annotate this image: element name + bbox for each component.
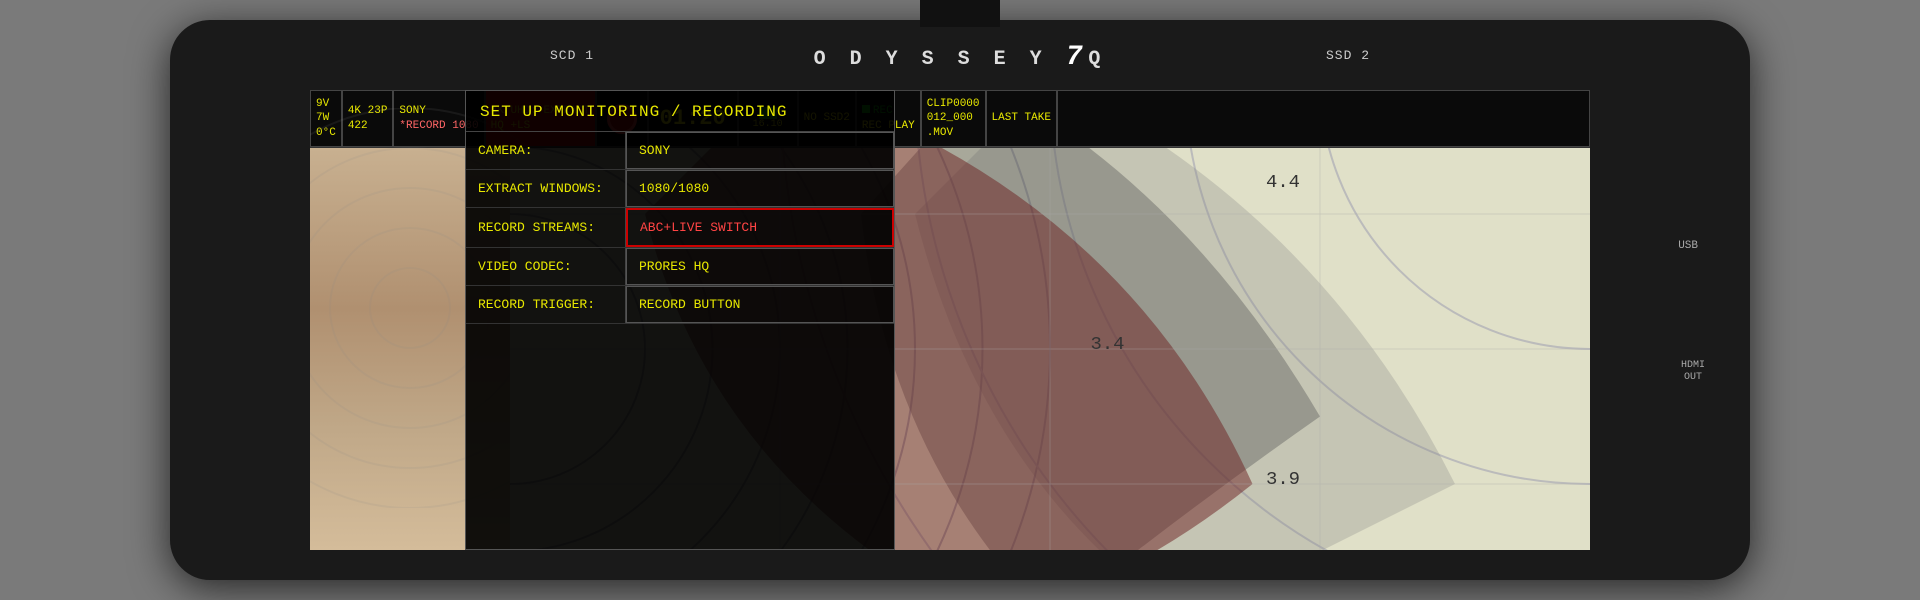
svg-text:4.4: 4.4 [1266, 171, 1300, 193]
video-codec-value[interactable]: PRORES HQ [626, 248, 894, 285]
device-body: SCD 1 SSD 2 O D Y S S E Y 7Q USB HDMIOUT… [170, 20, 1750, 580]
record-trigger-label: RECORD TRIGGER: [466, 286, 626, 323]
ssd1-label: SCD 1 [550, 48, 594, 63]
video-codec-label: VIDEO CODEC: [466, 248, 626, 285]
extract-windows-value[interactable]: 1080/1080 [626, 170, 894, 207]
camera-value[interactable]: SONY [626, 132, 894, 169]
model-number: 7 [1066, 42, 1089, 73]
main-screen: 9V 7W 0°C 4K 23P 422 SONY *RECORD 1080 4… [310, 90, 1590, 550]
menu-row-record-streams[interactable]: RECORD STREAMS: ABC+LIVE SWITCH [466, 208, 894, 248]
extra-status-cell [1057, 90, 1590, 147]
menu-row-video-codec[interactable]: VIDEO CODEC: PRORES HQ [466, 248, 894, 286]
menu-row-extract[interactable]: EXTRACT WINDOWS: 1080/1080 [466, 170, 894, 208]
extract-windows-label: EXTRACT WINDOWS: [466, 170, 626, 207]
clip-name-cell: CLIP0000 012_000 .MOV [921, 90, 986, 147]
hdmi-port-label: HDMIOUT [1681, 360, 1705, 384]
svg-text:3.9: 3.9 [1266, 468, 1300, 490]
record-streams-label: RECORD STREAMS: [466, 208, 626, 247]
svg-text:3.4: 3.4 [1091, 333, 1125, 355]
menu-row-camera[interactable]: CAMERA: SONY [466, 132, 894, 170]
main-content-area: SET UP MONITORING / RECORDING CAMERA: SO… [310, 148, 1590, 550]
camera-label: CAMERA: [466, 132, 626, 169]
top-mount-accessory [920, 0, 1000, 27]
menu-panel: SET UP MONITORING / RECORDING CAMERA: SO… [465, 90, 895, 550]
menu-title: SET UP MONITORING / RECORDING [466, 91, 894, 132]
record-trigger-value[interactable]: RECORD BUTTON [626, 286, 894, 323]
usb-port-label: USB [1678, 240, 1698, 252]
ssd2-label: SSD 2 [1326, 48, 1370, 63]
record-streams-value[interactable]: ABC+LIVE SWITCH [626, 208, 894, 247]
brand-logo: O D Y S S E Y 7Q [814, 42, 1107, 73]
menu-row-record-trigger[interactable]: RECORD TRIGGER: RECORD BUTTON [466, 286, 894, 324]
last-take-cell: LAST TAKE [986, 90, 1057, 147]
